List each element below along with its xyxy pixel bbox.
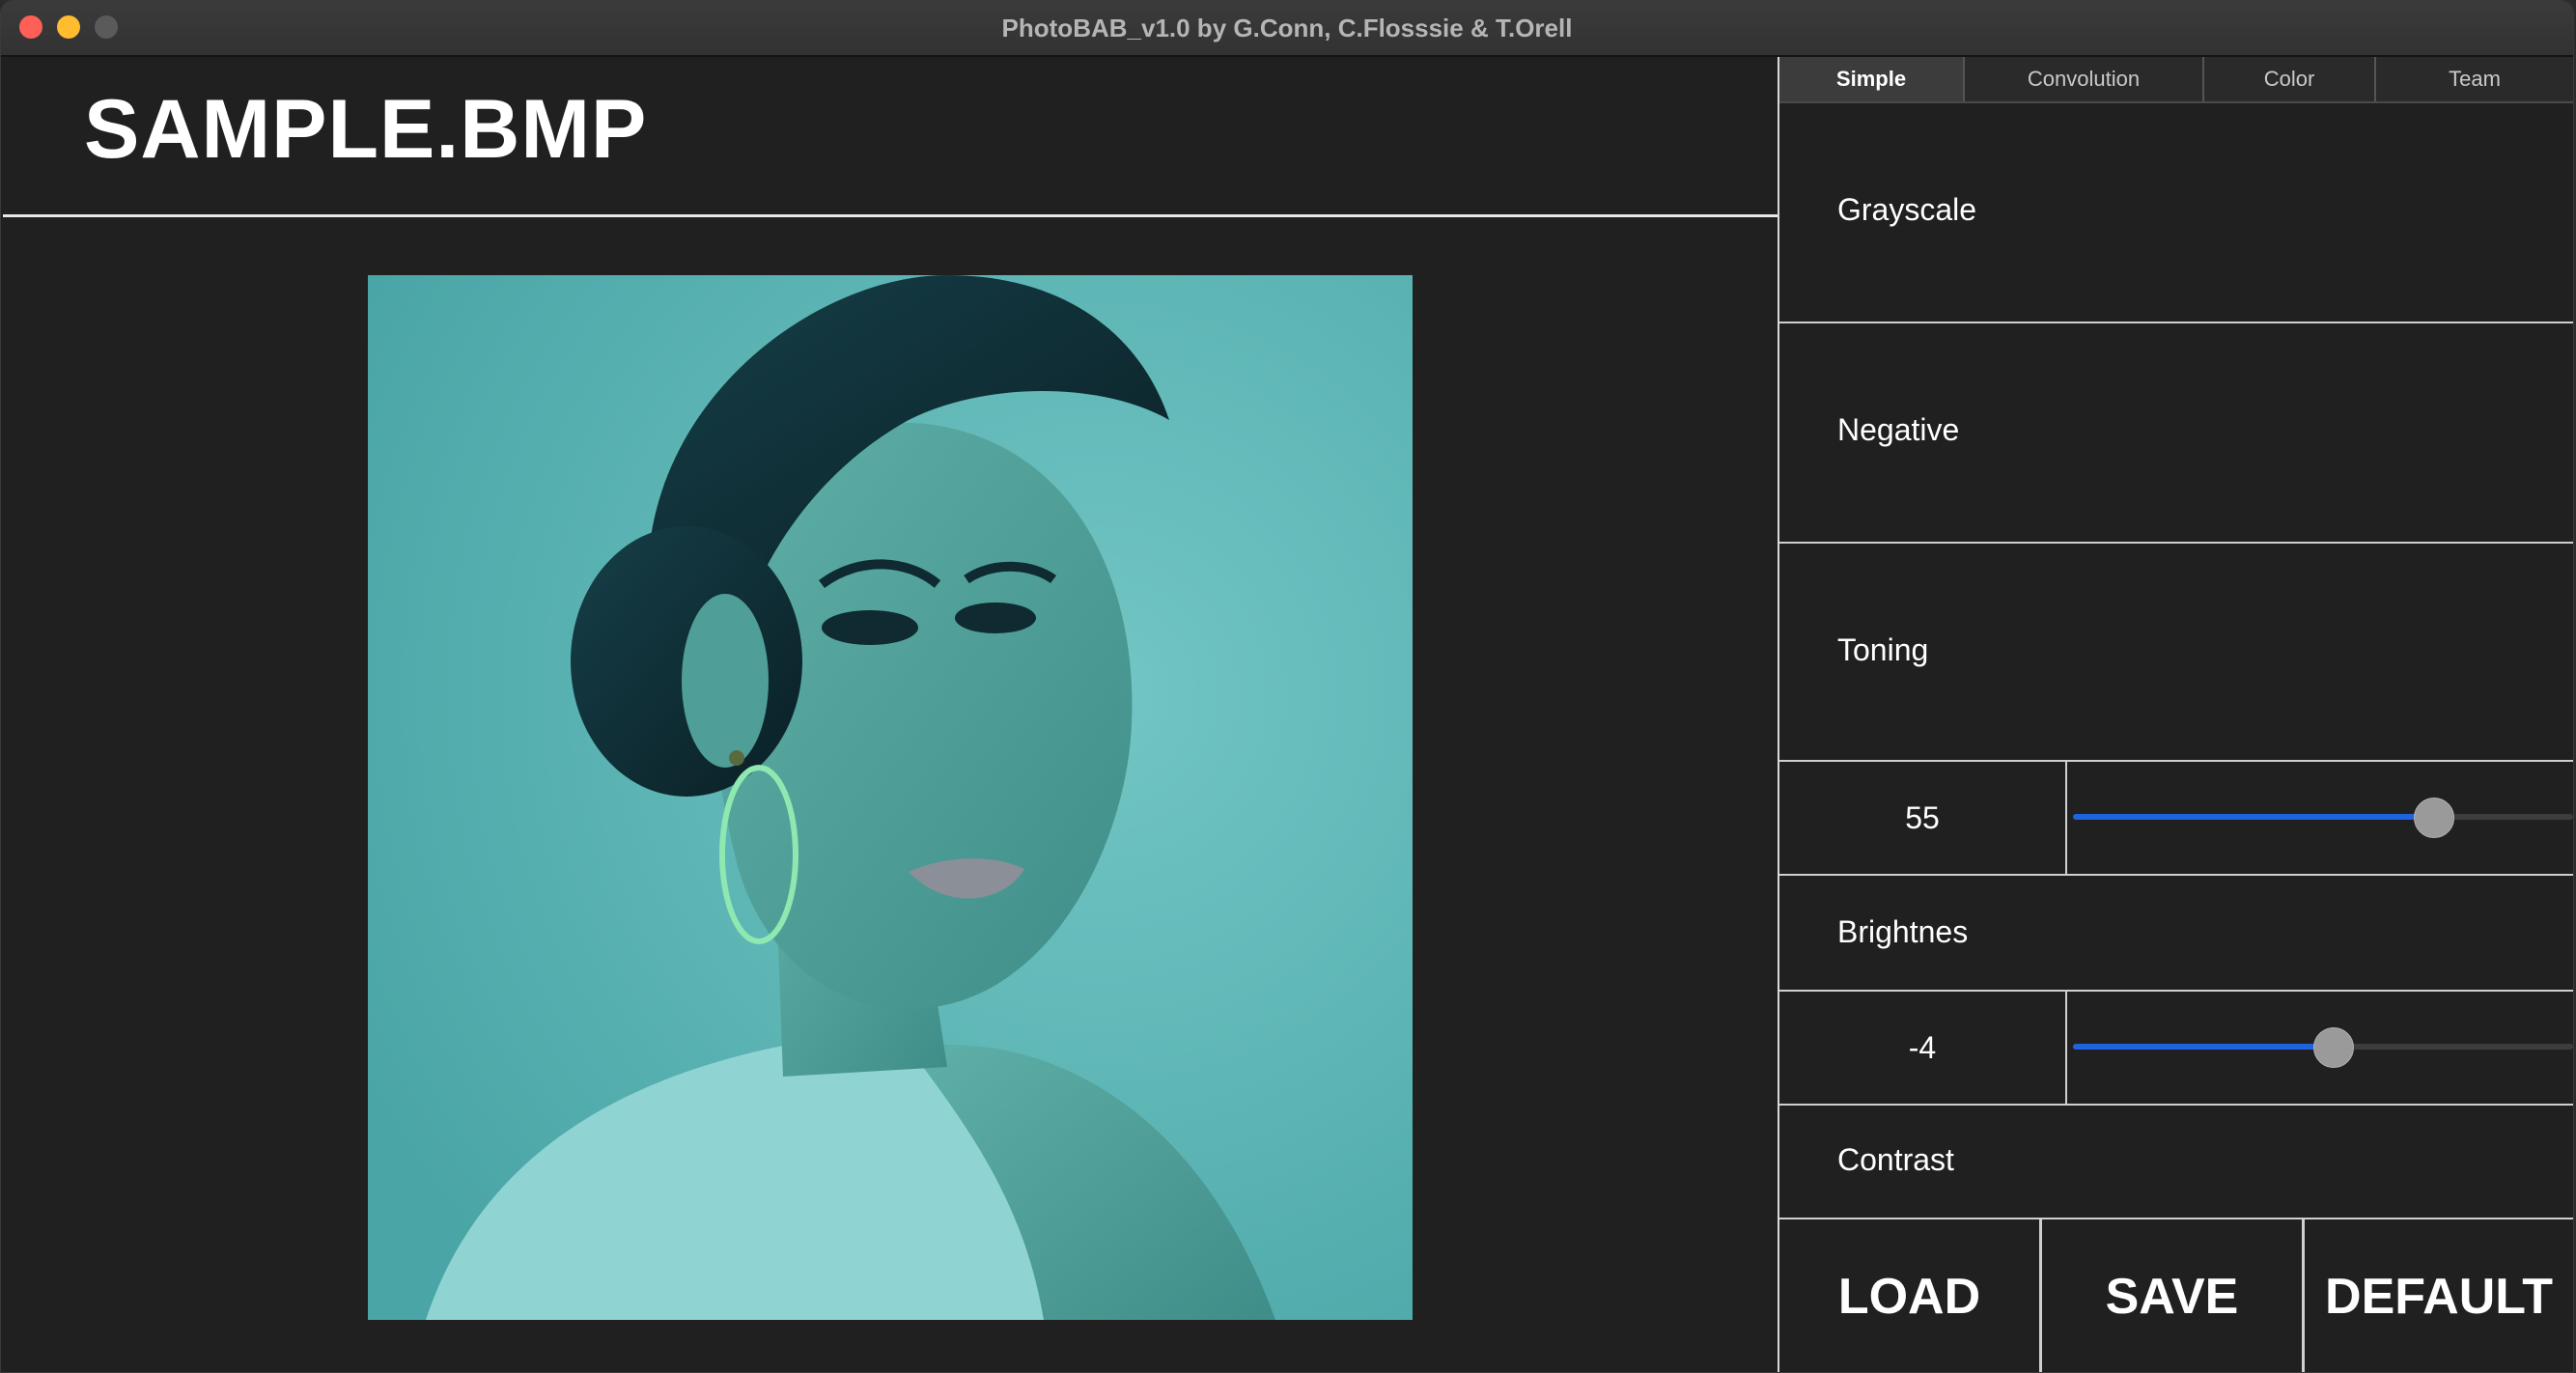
contrast-value: -4 bbox=[1779, 992, 2067, 1104]
image-header: SAMPLE.BMP bbox=[3, 57, 1778, 215]
photo-preview bbox=[368, 275, 1413, 1320]
grayscale-button[interactable]: Grayscale bbox=[1779, 103, 2573, 323]
default-button[interactable]: DEFAULT bbox=[2305, 1219, 2573, 1372]
action-bar: LOAD SAVE DEFAULT bbox=[1779, 1218, 2573, 1372]
brightness-value: 55 bbox=[1779, 762, 2067, 874]
grayscale-label: Grayscale bbox=[1837, 192, 1977, 227]
contrast-label: Contrast bbox=[1837, 1142, 1954, 1177]
brightness-slider-row: 55 bbox=[1779, 762, 2573, 876]
tools-panel: Simple Convolution Color Team Grayscale … bbox=[1779, 57, 2573, 1372]
toning-button[interactable]: Toning bbox=[1779, 544, 2573, 762]
brightness-label: Brightnes bbox=[1837, 914, 1969, 949]
contrast-slider-thumb[interactable] bbox=[2313, 1027, 2355, 1068]
image-canvas bbox=[3, 218, 1778, 1372]
brightness-slider[interactable] bbox=[2073, 798, 2573, 838]
tab-simple[interactable]: Simple bbox=[1779, 57, 1965, 101]
title-bar: PhotoBAB_v1.0 by G.Conn, C.Flosssie & T.… bbox=[1, 1, 2573, 57]
window-title: PhotoBAB_v1.0 by G.Conn, C.Flosssie & T.… bbox=[1001, 14, 1573, 42]
header-divider bbox=[3, 214, 1778, 217]
save-button[interactable]: SAVE bbox=[2042, 1219, 2305, 1372]
app-window: PhotoBAB_v1.0 by G.Conn, C.Flosssie & T.… bbox=[0, 0, 2574, 1373]
tab-convolution[interactable]: Convolution bbox=[1965, 57, 2204, 101]
brightness-slider-thumb[interactable] bbox=[2413, 798, 2454, 838]
brightness-button[interactable]: Brightnes bbox=[1779, 876, 2573, 992]
tab-color[interactable]: Color bbox=[2204, 57, 2376, 101]
contrast-button[interactable]: Contrast bbox=[1779, 1106, 2573, 1218]
brightness-slider-fill bbox=[2073, 814, 2433, 820]
tool-tabs: Simple Convolution Color Team bbox=[1779, 57, 2573, 103]
load-button[interactable]: LOAD bbox=[1779, 1219, 2042, 1372]
file-name-title: SAMPLE.BMP bbox=[84, 83, 648, 176]
toning-label: Toning bbox=[1837, 632, 1929, 667]
contrast-slider[interactable] bbox=[2073, 1027, 2573, 1068]
contrast-slider-fill bbox=[2073, 1044, 2334, 1050]
negative-label: Negative bbox=[1837, 412, 1960, 447]
contrast-slider-row: -4 bbox=[1779, 992, 2573, 1106]
tab-team[interactable]: Team bbox=[2376, 57, 2573, 101]
negative-button[interactable]: Negative bbox=[1779, 323, 2573, 544]
